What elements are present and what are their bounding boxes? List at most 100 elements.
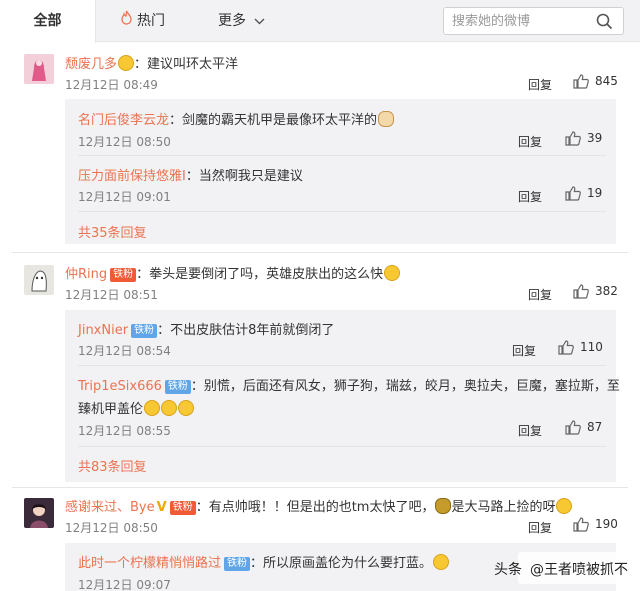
watermark-prefix: 头条	[494, 562, 522, 578]
username[interactable]: 感谢来过、Bye	[65, 500, 155, 515]
search-box	[443, 7, 624, 35]
like-button[interactable]: 382	[573, 284, 618, 299]
like-count: 110	[580, 340, 603, 354]
username[interactable]: 仲Ring	[65, 267, 107, 282]
divider	[12, 487, 628, 488]
doge-emoji-icon	[433, 554, 450, 570]
comment-line: 仲Ring 铁粉 ：拳头是要倒闭了吗，英雄皮肤出的这么快	[65, 263, 401, 282]
timestamp: 12月12日 08:49	[65, 78, 158, 92]
thumbs-up-icon	[565, 186, 581, 201]
search-icon[interactable]	[596, 13, 613, 34]
like-count: 39	[587, 131, 603, 145]
like-button[interactable]: 190	[573, 517, 618, 532]
search-input[interactable]	[452, 12, 590, 30]
timestamp: 12月12日 08:54	[78, 344, 171, 358]
reply-line-continued: 臻机甲盖伦	[78, 398, 195, 417]
username[interactable]: 名门后俊李云龙	[78, 113, 169, 128]
reply-text: ：所以原画盖伦为什么要打蓝。	[250, 556, 433, 571]
comment-text: ：有点帅哦！！但是出的也tm太快了吧，	[195, 500, 435, 515]
thumbs-up-icon	[573, 517, 589, 532]
fan-badge: 铁粉	[169, 501, 196, 515]
comment-line: 颓废几多 ：建议叫环太平洋	[65, 53, 238, 72]
avatar[interactable]	[24, 54, 54, 84]
username[interactable]: 颓废几多	[65, 57, 117, 72]
money-bag-icon	[435, 498, 452, 514]
like-count: 845	[595, 74, 618, 88]
reply-line: 此时一个柠檬精悄悄路过 铁粉 ：所以原画盖伦为什么要打蓝。	[78, 552, 450, 571]
timestamp: 12月12日 08:51	[65, 288, 158, 302]
username[interactable]: Trip1eSix666	[78, 379, 162, 394]
emoji-icon	[384, 265, 401, 281]
top-tab-bar: 全部 热门 更多	[0, 0, 640, 43]
more-replies-link[interactable]: 共83条回复	[78, 456, 147, 475]
reply-text: ：当然啊我只是建议	[185, 169, 303, 184]
avatar[interactable]	[24, 498, 54, 528]
reply-text: ：别慌，后面还有风女，狮子狗，瑞兹，皎月，奥拉夫，巨魔，塞拉斯，至	[190, 379, 620, 394]
timestamp: 12月12日 08:50	[65, 521, 158, 535]
reply-button[interactable]: 回复	[528, 286, 552, 303]
timestamp: 12月12日 09:07	[78, 578, 171, 591]
cat-emoji-icon	[378, 111, 395, 127]
verified-v-icon: V	[156, 500, 167, 515]
divider	[12, 252, 628, 253]
watermark: 头条 @王者喷被抓不	[494, 552, 640, 584]
like-button[interactable]: 87	[565, 420, 602, 435]
reply-button[interactable]: 回复	[528, 76, 552, 93]
doge-emoji-icon	[178, 400, 195, 416]
watermark-handle: @王者喷被抓不	[530, 562, 628, 578]
fan-badge: 铁粉	[164, 380, 191, 394]
comment-line: 感谢来过、Bye V 铁粉 ：有点帅哦！！但是出的也tm太快了吧， 是大马路上捡的呀	[65, 496, 573, 515]
fan-badge: 铁粉	[224, 557, 251, 571]
fan-badge: 铁粉	[131, 324, 158, 338]
timestamp: 12月12日 08:50	[78, 135, 171, 149]
like-button[interactable]: 19	[565, 186, 602, 201]
reply-button[interactable]: 回复	[518, 133, 542, 150]
timestamp: 12月12日 08:55	[78, 424, 171, 438]
like-button[interactable]: 845	[573, 74, 618, 89]
username[interactable]: JinxNier	[78, 323, 128, 338]
doge-emoji-icon	[161, 400, 178, 416]
flame-icon	[120, 0, 133, 42]
emoji-icon	[556, 498, 573, 514]
fan-badge: 铁粉	[110, 268, 137, 282]
tab-more-label: 更多	[218, 13, 246, 29]
reply-line: JinxNier 铁粉 ：不出皮肤估计8年前就倒闭了	[78, 319, 334, 338]
reply-text: ：剑魔的霸天机甲是最像环太平洋的	[169, 113, 378, 128]
divider	[78, 211, 606, 212]
like-button[interactable]: 110	[558, 340, 603, 355]
reply-button[interactable]: 回复	[512, 342, 536, 359]
thumbs-up-icon	[558, 340, 574, 355]
reply-line: 压力面前保持悠雅I：当然啊我只是建议	[78, 165, 303, 184]
like-count: 87	[587, 420, 603, 434]
thumbs-up-icon	[565, 131, 581, 146]
reply-line: Trip1eSix666 铁粉 ：别慌，后面还有风女，狮子狗，瑞兹，皎月，奥拉夫，巨…	[78, 375, 620, 394]
divider	[78, 155, 606, 156]
comment-text-b: 是大马路上捡的呀	[451, 500, 556, 515]
username[interactable]: 此时一个柠檬精悄悄路过	[78, 556, 221, 571]
comment-text: ：拳头是要倒闭了吗，英雄皮肤出的这么快	[136, 267, 384, 282]
like-count: 190	[595, 517, 618, 531]
tab-hot[interactable]: 热门	[120, 0, 165, 42]
doge-emoji-icon	[144, 400, 161, 416]
tab-all[interactable]: 全部	[0, 0, 96, 43]
username[interactable]: 压力面前保持悠雅I	[78, 169, 186, 184]
divider	[78, 446, 606, 447]
timestamp: 12月12日 09:01	[78, 190, 171, 204]
reply-button[interactable]: 回复	[528, 519, 552, 536]
reply-text: ：不出皮肤估计8年前就倒闭了	[157, 323, 335, 338]
thumbs-up-icon	[573, 284, 589, 299]
more-replies-link[interactable]: 共35条回复	[78, 222, 147, 241]
tab-hot-label: 热门	[137, 13, 165, 29]
reply-button[interactable]: 回复	[518, 188, 542, 205]
chevron-down-icon	[254, 0, 265, 42]
tab-more[interactable]: 更多	[218, 0, 269, 42]
reply-button[interactable]: 回复	[518, 422, 542, 439]
avatar[interactable]	[24, 265, 54, 295]
reply-text: 臻机甲盖伦	[78, 402, 144, 417]
thumbs-up-icon	[565, 420, 581, 435]
like-button[interactable]: 39	[565, 131, 602, 146]
emoji-icon	[118, 55, 135, 71]
comment-text: ：建议叫环太平洋	[134, 57, 239, 72]
like-count: 19	[587, 186, 603, 200]
reply-line: 名门后俊李云龙：剑魔的霸天机甲是最像环太平洋的	[78, 109, 395, 128]
